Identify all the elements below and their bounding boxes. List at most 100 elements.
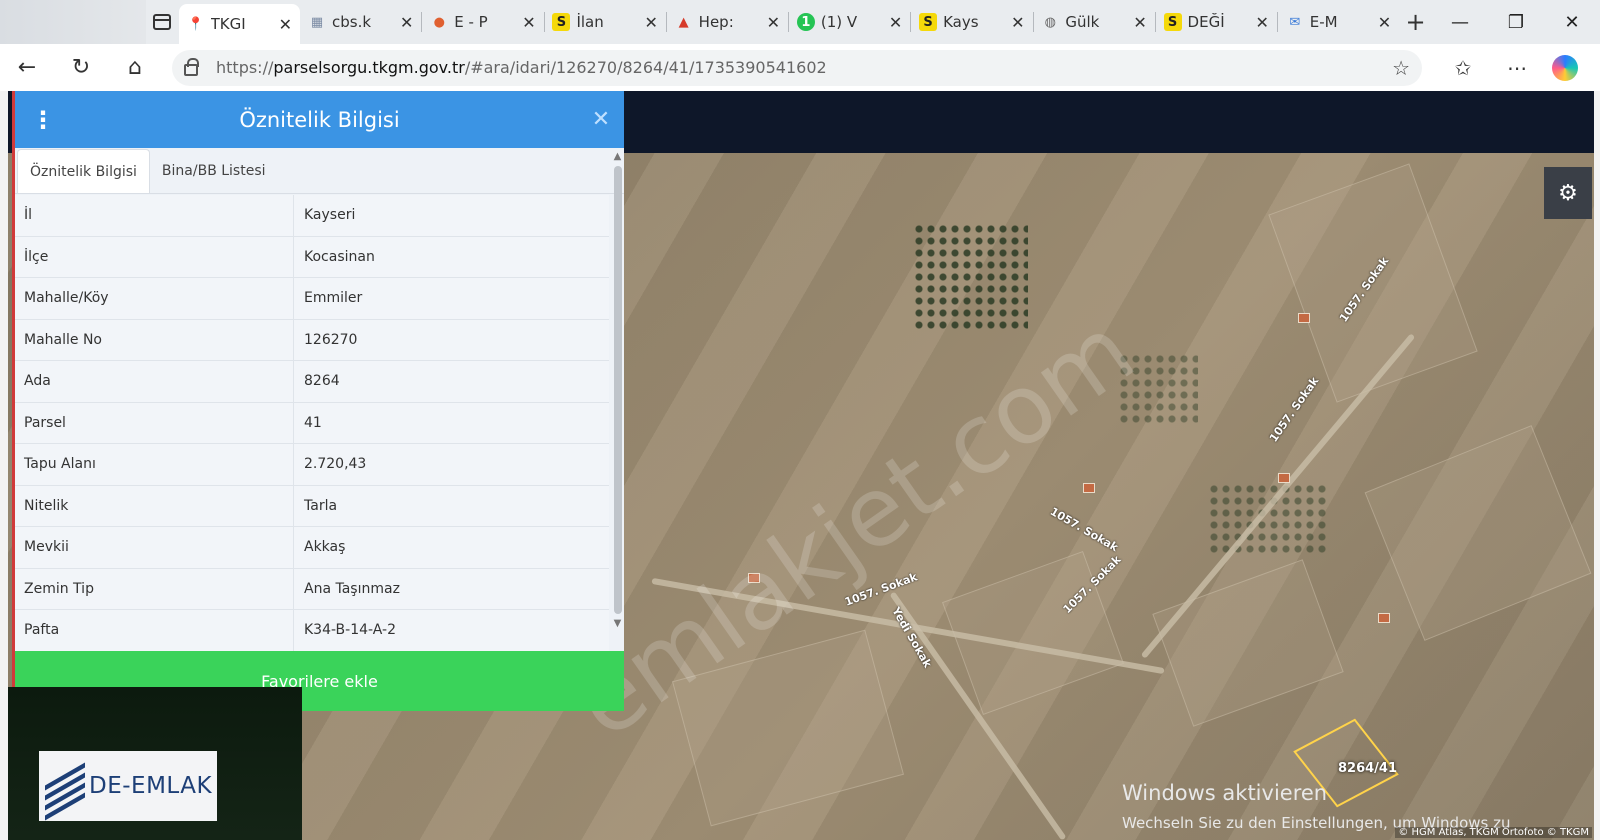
- copilot-icon[interactable]: [1552, 54, 1578, 81]
- building: [1083, 483, 1095, 493]
- map-pin-icon: 📍: [187, 16, 204, 32]
- table-row: Nitelik Tarla: [15, 485, 609, 527]
- close-tab-icon[interactable]: ✕: [889, 13, 902, 32]
- url-field[interactable]: https://parselsorgu.tkgm.gov.tr/#ara/ida…: [172, 49, 1422, 86]
- favorite-star-icon[interactable]: ☆: [1392, 56, 1410, 80]
- tab-e-p[interactable]: ● E - P ✕: [422, 5, 543, 39]
- scroll-thumb[interactable]: [613, 166, 622, 614]
- more-menu-icon[interactable]: ⋯: [1490, 56, 1544, 80]
- minimize-icon[interactable]: —: [1432, 12, 1488, 33]
- orchard: [1208, 483, 1328, 553]
- favorites-icon[interactable]: ✩: [1436, 56, 1490, 80]
- table-row: Mahalle No 126270: [15, 319, 609, 361]
- hepsiemlak-icon: ▲: [678, 14, 689, 30]
- tab-title: İlan: [576, 13, 604, 31]
- vertical-dots-icon[interactable]: ⋮: [15, 106, 71, 134]
- cbs-icon: ▦: [310, 14, 324, 30]
- tab-kays[interactable]: S Kays ✕: [911, 5, 1032, 39]
- row-key: Zemin Tip: [15, 568, 294, 609]
- table-row: Ada 8264: [15, 361, 609, 403]
- mail-icon: ✉: [1289, 14, 1301, 30]
- tab-hepsi[interactable]: ▲ Hep: ✕: [667, 5, 788, 39]
- tab-title: Hep:: [698, 13, 734, 31]
- attribute-panel: ⋮ Öznitelik Bilgisi ✕ Öznitelik Bilgisi …: [12, 91, 624, 711]
- sahibinden-icon: S: [919, 13, 938, 31]
- globe-icon: ◍: [1044, 14, 1056, 30]
- scroll-down-icon[interactable]: ▼: [612, 618, 623, 629]
- tab-degi[interactable]: S DEĞİ ✕: [1156, 5, 1277, 39]
- tab-title: DEĞİ: [1187, 13, 1225, 31]
- close-tab-icon[interactable]: ✕: [767, 13, 780, 32]
- close-tab-icon[interactable]: ✕: [1256, 13, 1269, 32]
- close-window-icon[interactable]: ✕: [1544, 12, 1600, 33]
- back-icon[interactable]: ←: [0, 55, 54, 80]
- e-logo-icon: ●: [433, 14, 445, 30]
- row-key: İlçe: [15, 236, 294, 277]
- scroll-up-icon[interactable]: ▲: [612, 151, 623, 162]
- attribute-table: İl Kayseri İlçe Kocasinan Mahalle/Köy Emmil…: [15, 195, 609, 652]
- page-content: 1057. Sokak 1057. Sokak 1057. Sokak 1057…: [8, 91, 1594, 840]
- row-value: Kayseri: [304, 207, 356, 224]
- row-key: Mahalle/Köy: [15, 278, 294, 319]
- orchard: [913, 223, 1028, 333]
- tab-title: cbs.k: [332, 13, 372, 31]
- new-tab-button[interactable]: +: [1399, 8, 1432, 36]
- row-key: Tapu Alanı: [15, 444, 294, 485]
- close-tab-icon[interactable]: ✕: [279, 15, 292, 34]
- logo-mark-icon: [45, 762, 85, 821]
- tab-ilan[interactable]: S İlan ✕: [544, 5, 665, 39]
- row-value: Tarla: [304, 497, 338, 514]
- close-tab-icon[interactable]: ✕: [1133, 13, 1146, 32]
- tab-gulk[interactable]: ◍ Gülk ✕: [1033, 5, 1154, 39]
- table-row: Parsel 41: [15, 402, 609, 444]
- restore-icon[interactable]: ❐: [1488, 12, 1544, 33]
- tab-title: TKGI: [210, 15, 246, 33]
- close-icon[interactable]: ✕: [578, 107, 624, 132]
- row-value: Akkaş: [304, 539, 346, 556]
- building: [1378, 613, 1390, 623]
- tab-email[interactable]: ✉ E-M ✕: [1278, 5, 1399, 39]
- panel-scrollbar[interactable]: ▲ ▼: [612, 151, 623, 651]
- tab-actions-icon: [153, 14, 172, 30]
- blurred-tab-area: [0, 0, 146, 44]
- refresh-icon[interactable]: ↻: [54, 55, 108, 80]
- row-value: 126270: [304, 331, 358, 348]
- table-row: Mahalle/Köy Emmiler: [15, 278, 609, 320]
- tab-oznitelik-bilgisi[interactable]: Öznitelik Bilgisi: [17, 149, 150, 193]
- row-key: Ada: [15, 361, 294, 402]
- map-attribution: © HGM Atlas, TKGM Ortofoto © TKGM: [1395, 827, 1592, 838]
- building: [1278, 473, 1290, 483]
- row-value: 2.720,43: [304, 456, 367, 473]
- tab-tkgm[interactable]: 📍 TKGI ✕: [178, 4, 301, 44]
- table-row: Pafta K34-B-14-A-2: [15, 610, 609, 652]
- map-settings-button[interactable]: ⚙: [1544, 167, 1592, 219]
- road-label: Yedi Sokak: [889, 605, 935, 670]
- url-text: https://parselsorgu.tkgm.gov.tr/#ara/ida…: [216, 58, 827, 77]
- table-row: İl Kayseri: [15, 195, 609, 237]
- close-tab-icon[interactable]: ✕: [1011, 13, 1024, 32]
- close-tab-icon[interactable]: ✕: [644, 13, 657, 32]
- table-row: Mevkii Akkaş: [15, 527, 609, 569]
- close-tab-icon[interactable]: ✕: [400, 13, 413, 32]
- row-key: Mevkii: [15, 527, 294, 568]
- road-label: 1057. Sokak: [1047, 504, 1121, 555]
- tab-title: Kays: [943, 13, 979, 31]
- tab-actions-button[interactable]: [146, 0, 179, 44]
- home-icon[interactable]: ⌂: [108, 55, 162, 80]
- close-tab-icon[interactable]: ✕: [1378, 13, 1391, 32]
- row-value: Emmiler: [304, 290, 363, 307]
- sahibinden-icon: S: [1163, 13, 1182, 31]
- close-tab-icon[interactable]: ✕: [522, 13, 535, 32]
- panel-header: ⋮ Öznitelik Bilgisi ✕: [15, 91, 624, 148]
- field: [1152, 559, 1344, 727]
- tab-bina-bb-listesi[interactable]: Bina/BB Listesi: [150, 149, 278, 193]
- activation-title: Windows aktivieren: [1122, 781, 1328, 805]
- tab-whatsapp[interactable]: 1 (1) V ✕: [789, 5, 910, 39]
- parcel-label: 8264/41: [1338, 761, 1398, 776]
- row-value: Kocasinan: [304, 248, 375, 265]
- tab-cbs[interactable]: ▦ cbs.k ✕: [300, 5, 421, 39]
- address-bar-row: ← ↻ ⌂ https://parselsorgu.tkgm.gov.tr/#a…: [0, 44, 1600, 91]
- field: [1364, 425, 1592, 641]
- row-key: Mahalle No: [15, 319, 294, 360]
- row-value: Ana Taşınmaz: [304, 580, 400, 597]
